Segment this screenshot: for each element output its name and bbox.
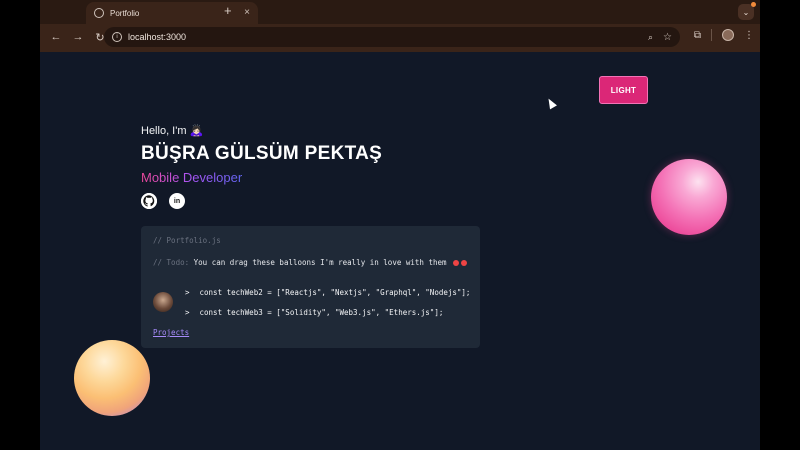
pink-balloon[interactable]: [651, 159, 727, 235]
back-icon[interactable]: ←: [46, 31, 66, 43]
browser-chrome: Portfolio × + ⌄ ← → ↻ i localhost:3000 ⌕…: [40, 0, 760, 52]
globe-icon: [94, 8, 104, 18]
toolbar-divider: [711, 29, 712, 41]
right-letterbox: [760, 0, 800, 450]
linkedin-icon[interactable]: in: [169, 193, 185, 209]
code-line: > const techWeb2 = ["Reactjs", "Nextjs", …: [185, 288, 470, 297]
left-letterbox: [0, 0, 40, 450]
zoom-icon[interactable]: ⌕: [648, 32, 653, 43]
file-comment: // Portfolio.js: [153, 236, 221, 245]
url-text[interactable]: localhost:3000: [128, 32, 648, 42]
code-prompt: >: [185, 288, 190, 297]
code-prompt: >: [185, 308, 190, 317]
avatar: [153, 292, 173, 312]
tab-close-button[interactable]: ×: [244, 8, 250, 18]
todo-comment: // Todo: You can drag these balloons I'm…: [153, 258, 468, 267]
profile-icon[interactable]: [722, 29, 734, 41]
address-bar[interactable]: i localhost:3000 ⌕ ☆: [104, 27, 680, 47]
star-icon[interactable]: ☆: [663, 32, 672, 43]
theme-toggle-button[interactable]: LIGHT: [599, 76, 648, 104]
code-line: > const techWeb3 = ["Solidity", "Web3.js"…: [185, 308, 443, 317]
code-line-text: const techWeb2 = ["Reactjs", "Nextjs", "…: [199, 288, 471, 297]
page-title: BÜŞRA GÜLSÜM PEKTAŞ: [141, 143, 383, 164]
todo-label: // Todo:: [153, 258, 190, 267]
greeting: Hello, I'm 🙇🏻‍♀️: [141, 125, 204, 137]
notification-dot: [751, 2, 756, 7]
browser-toolbar: ← → ↻ i localhost:3000 ⌕ ☆ ⧉ ⋮: [40, 24, 760, 50]
github-icon[interactable]: [141, 193, 157, 209]
role-subtitle: Mobile Developer: [141, 170, 243, 185]
todo-text: You can drag these balloons I'm really i…: [189, 258, 447, 267]
new-tab-button[interactable]: +: [224, 4, 232, 17]
balloon-emoji-icon: [453, 260, 460, 266]
social-links: in: [141, 193, 185, 209]
menu-icon[interactable]: ⋮: [744, 30, 754, 41]
portfolio-page: LIGHT Hello, I'm 🙇🏻‍♀️ BÜŞRA GÜLSÜM PEKT…: [40, 52, 760, 450]
balloon-emoji-icon: [461, 260, 468, 266]
tab-search-icon[interactable]: ⌄: [738, 2, 756, 20]
orange-balloon[interactable]: [74, 340, 150, 416]
browser-tab[interactable]: Portfolio ×: [86, 2, 258, 24]
info-icon[interactable]: i: [112, 32, 122, 42]
forward-icon[interactable]: →: [68, 31, 88, 43]
code-card: // Portfolio.js // Todo: You can drag th…: [141, 226, 480, 348]
projects-link[interactable]: Projects: [153, 328, 189, 337]
code-line-text: const techWeb3 = ["Solidity", "Web3.js",…: [199, 308, 444, 317]
tab-strip: Portfolio × + ⌄: [40, 0, 760, 24]
extensions-icon[interactable]: ⧉: [694, 30, 701, 41]
mouse-cursor-icon: [545, 96, 557, 110]
